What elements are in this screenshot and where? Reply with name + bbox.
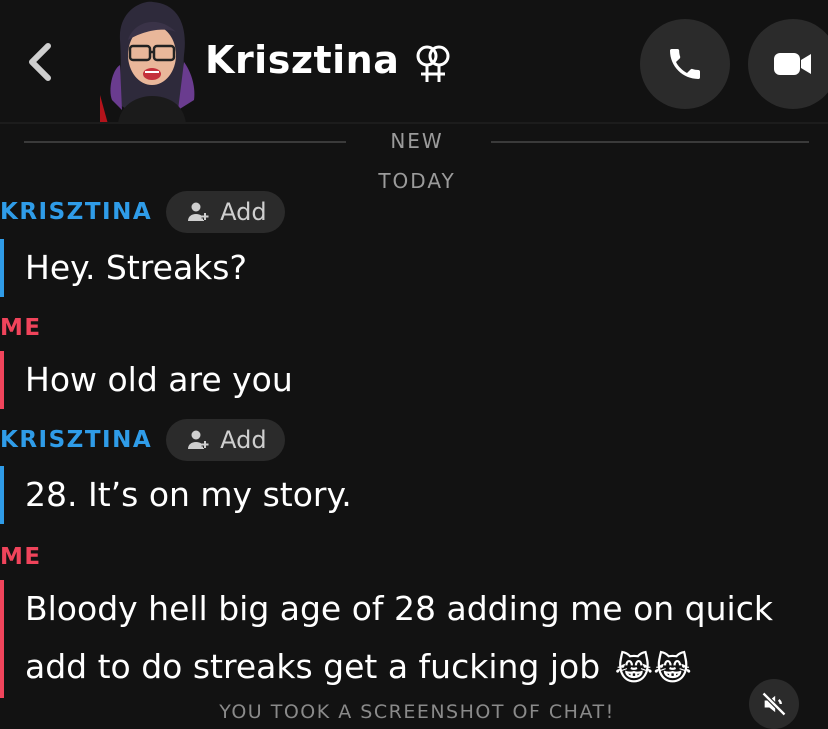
sender-row: ME xyxy=(0,537,42,577)
back-button[interactable] xyxy=(22,40,62,84)
message-text: 28. It’s on my story. xyxy=(25,475,352,514)
message-bubble: Hey. Streaks? xyxy=(0,239,247,297)
message-bubble: Bloody hell big age of 28 adding me on q… xyxy=(0,580,773,698)
today-label: TODAY xyxy=(378,169,456,193)
sender-row: KRISZTINA Add xyxy=(0,419,285,461)
sender-name: ME xyxy=(0,544,42,570)
speaker-muted-icon xyxy=(761,691,787,717)
message-bubble: 28. It’s on my story. xyxy=(0,466,352,524)
sender-name: ME xyxy=(0,315,42,341)
video-call-button[interactable] xyxy=(748,19,828,109)
sender-name: KRISZTINA xyxy=(0,427,153,453)
message-bubble: How old are you xyxy=(0,351,293,409)
add-label: Add xyxy=(220,198,267,226)
add-friend-button[interactable]: Add xyxy=(166,191,285,233)
avatar[interactable] xyxy=(98,0,198,124)
phone-icon xyxy=(670,49,700,79)
sender-name: KRISZTINA xyxy=(0,199,153,225)
chevron-left-icon xyxy=(29,43,51,81)
add-friend-icon xyxy=(188,430,209,449)
add-friend-button[interactable]: Add xyxy=(166,419,285,461)
video-camera-icon xyxy=(774,53,811,75)
laughing-cat-emoji: 😹😹 xyxy=(614,648,692,688)
bitmoji-avatar-image xyxy=(98,0,198,124)
message-text: How old are you xyxy=(25,360,293,399)
screenshot-notice: YOU TOOK A SCREENSHOT OF CHAT! xyxy=(219,701,615,723)
contact-name[interactable]: Krisztina xyxy=(205,38,399,82)
header-divider xyxy=(0,122,828,124)
add-label: Add xyxy=(220,426,267,454)
add-friend-icon xyxy=(188,202,209,221)
message-text: Bloody hell big age of 28 adding me on q… xyxy=(25,589,773,628)
new-label: NEW xyxy=(390,129,444,153)
mute-button[interactable] xyxy=(749,679,799,729)
message-text: add to do streaks get a fucking job xyxy=(25,647,601,686)
chat-header: Krisztina xyxy=(0,0,828,124)
female-couple-symbol-icon xyxy=(416,45,450,82)
message-text: Hey. Streaks? xyxy=(25,248,247,287)
voice-call-button[interactable] xyxy=(640,19,730,109)
sender-row: ME xyxy=(0,308,42,348)
sender-row: KRISZTINA Add xyxy=(0,191,285,233)
